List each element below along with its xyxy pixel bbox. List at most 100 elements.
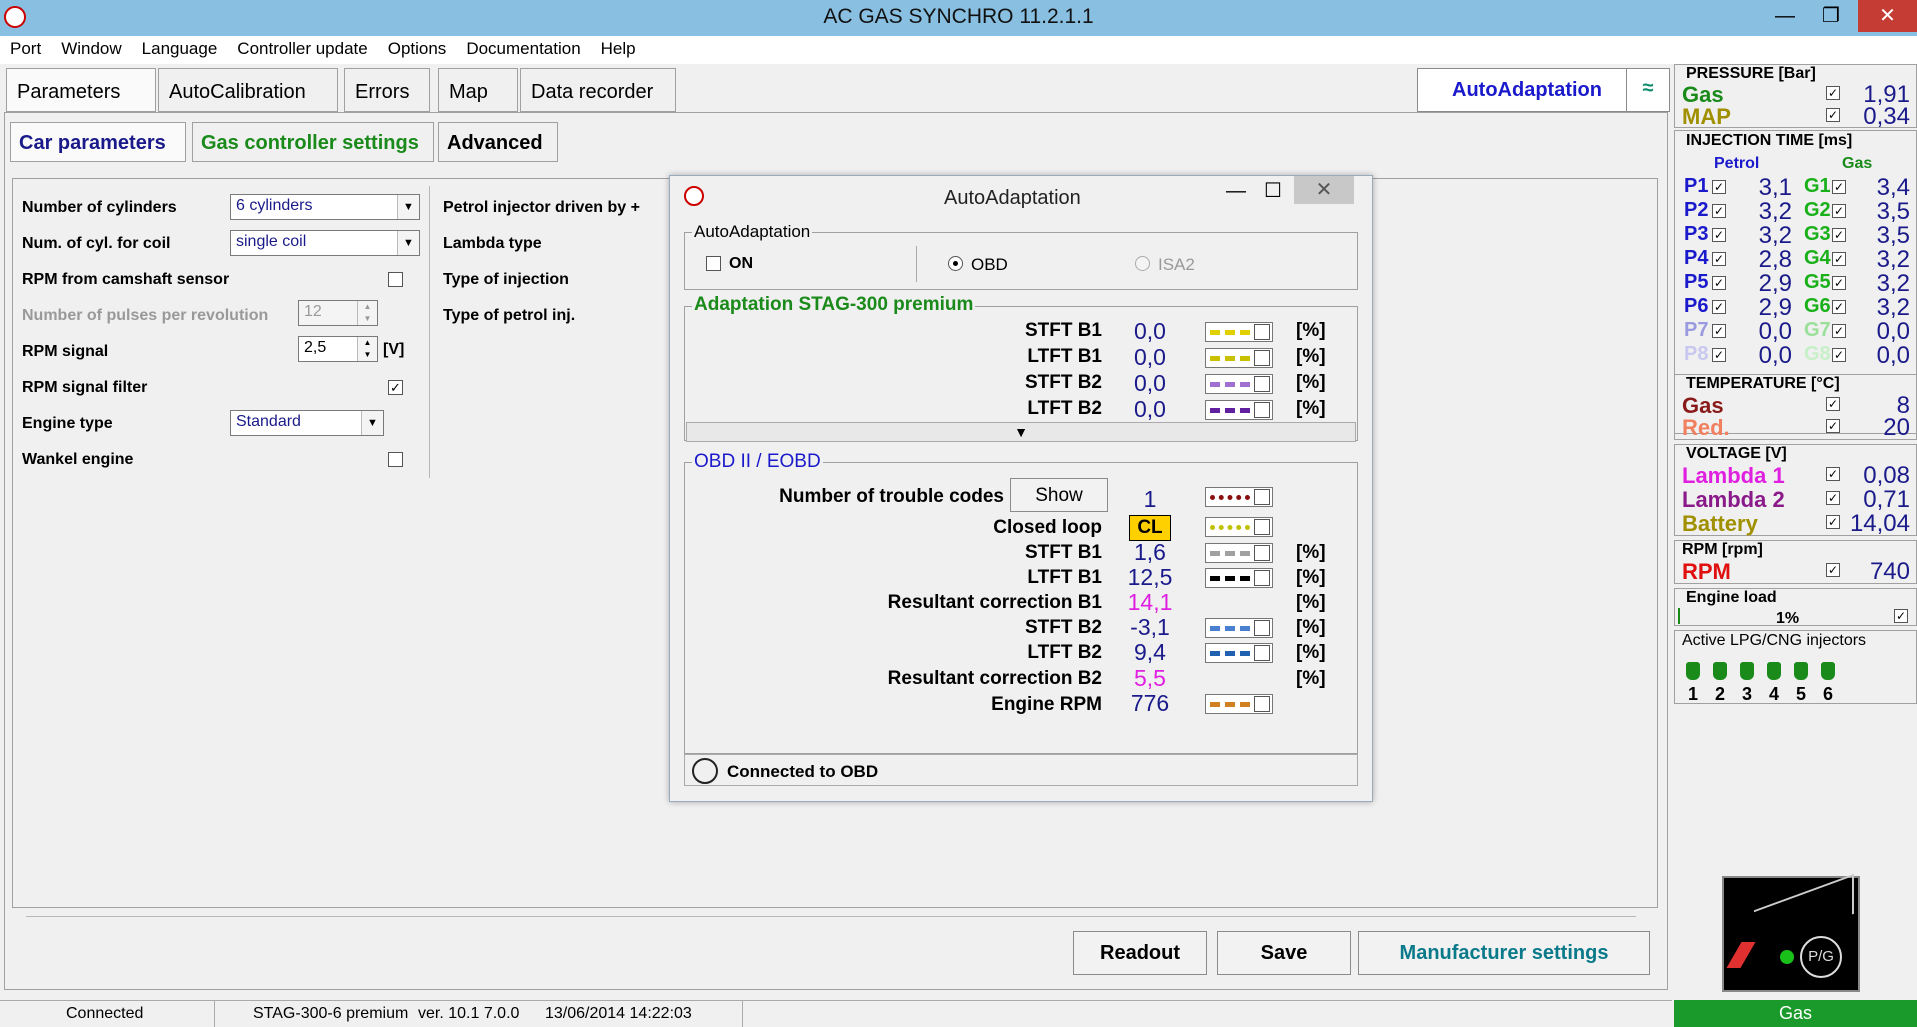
series-checkbox[interactable]	[1254, 519, 1270, 535]
series-toggle[interactable]	[1205, 694, 1273, 714]
menu-help[interactable]: Help	[591, 36, 646, 62]
obd-value: 1,6	[1134, 539, 1166, 565]
autoadaptation-button[interactable]: AutoAdaptation	[1417, 68, 1637, 112]
menu-language[interactable]: Language	[132, 36, 228, 62]
dialog-close-icon[interactable]: ✕	[1294, 176, 1354, 204]
adapt-unit: [%]	[1296, 320, 1326, 341]
series-checkbox[interactable]	[1254, 324, 1270, 340]
voltage-header: VOLTAGE [V]	[1686, 445, 1787, 462]
tab-advanced[interactable]: Advanced	[438, 122, 558, 162]
sensor-icon[interactable]: ≈	[1626, 68, 1670, 112]
menu-documentation[interactable]: Documentation	[456, 36, 590, 62]
tab-gas-controller-settings[interactable]: Gas controller settings	[192, 122, 434, 162]
chevron-down-icon[interactable]: ▼	[361, 411, 383, 435]
rpm-filter-label: RPM signal filter	[22, 379, 148, 396]
readout-button[interactable]: Readout	[1073, 931, 1207, 975]
tab-data-recorder[interactable]: Data recorder	[520, 68, 676, 112]
menu-port[interactable]: Port	[0, 36, 51, 62]
camshaft-checkbox[interactable]	[388, 272, 403, 287]
menu-controller-update[interactable]: Controller update	[227, 36, 377, 62]
tab-autocalibration[interactable]: AutoCalibration	[158, 68, 338, 112]
gas-injector-label: G6	[1804, 295, 1831, 317]
restore-icon[interactable]: ❐	[1808, 0, 1854, 32]
series-toggle[interactable]	[1205, 517, 1273, 537]
series-toggle[interactable]	[1205, 400, 1273, 420]
spinner-arrows-icon[interactable]: ▲ ▼	[357, 301, 377, 325]
series-toggle[interactable]	[1205, 643, 1273, 663]
petrol-injector-checkbox[interactable]: ✓	[1712, 228, 1726, 242]
wankel-checkbox[interactable]	[388, 452, 403, 467]
engine-type-label: Engine type	[22, 415, 113, 432]
manufacturer-settings-button[interactable]: Manufacturer settings	[1358, 931, 1650, 975]
chevron-down-icon[interactable]: ▼	[397, 195, 419, 219]
petrol-injector-checkbox[interactable]: ✓	[1712, 252, 1726, 266]
coil-select[interactable]: single coil ▼	[230, 230, 420, 256]
pg-button[interactable]: P/G	[1800, 936, 1842, 978]
on-checkbox[interactable]	[706, 256, 721, 271]
series-checkbox[interactable]	[1254, 350, 1270, 366]
petrol-injector-checkbox[interactable]: ✓	[1712, 324, 1726, 338]
temp-red-value: 20	[1883, 414, 1910, 441]
isa2-radio[interactable]	[1135, 256, 1150, 271]
series-checkbox[interactable]	[1254, 489, 1270, 505]
petrol-injector-label: P4	[1684, 247, 1709, 269]
expand-bar[interactable]: ▼	[686, 422, 1356, 442]
series-checkbox[interactable]	[1254, 645, 1270, 661]
series-toggle[interactable]	[1205, 543, 1273, 563]
petrol-injector-checkbox[interactable]: ✓	[1712, 180, 1726, 194]
menu-options[interactable]: Options	[378, 36, 457, 62]
rpm-signal-label: RPM signal	[22, 343, 109, 360]
series-checkbox[interactable]	[1254, 620, 1270, 636]
coil-label: Num. of cyl. for coil	[22, 235, 171, 252]
obd-radio[interactable]	[948, 256, 963, 271]
series-checkbox[interactable]	[1254, 402, 1270, 418]
series-checkbox[interactable]	[1254, 570, 1270, 586]
series-checkbox[interactable]	[1254, 545, 1270, 561]
series-toggle[interactable]	[1205, 348, 1273, 368]
minimize-icon[interactable]: —	[1762, 0, 1808, 32]
series-toggle[interactable]	[1205, 322, 1273, 342]
series-toggle[interactable]	[1205, 487, 1273, 507]
rpm-signal-spinner[interactable]: 2,5 ▲ ▼	[298, 336, 378, 362]
petrol-injector-label: P3	[1684, 223, 1709, 245]
obd-label: LTFT B2	[1027, 642, 1102, 663]
petrol-injector-checkbox[interactable]: ✓	[1712, 300, 1726, 314]
petrol-injector-checkbox[interactable]: ✓	[1712, 276, 1726, 290]
isa2-label: ISA2	[1158, 255, 1195, 274]
series-toggle[interactable]	[1205, 618, 1273, 638]
spinner-arrows-icon[interactable]: ▲ ▼	[357, 337, 377, 361]
series-checkbox[interactable]	[1254, 376, 1270, 392]
rpm-filter-checkbox[interactable]: ✓	[388, 380, 403, 395]
tab-map[interactable]: Map	[438, 68, 518, 112]
dialog-maximize-icon[interactable]: ☐	[1264, 178, 1282, 203]
dialog-minimize-icon[interactable]: —	[1226, 180, 1246, 203]
tab-errors[interactable]: Errors	[344, 68, 430, 112]
gas-injector-value: 0,0	[1876, 342, 1910, 369]
pulses-spinner[interactable]: 12 ▲ ▼	[298, 300, 378, 326]
engine-type-select[interactable]: Standard ▼	[230, 410, 384, 436]
show-trouble-codes-button[interactable]: Show	[1010, 478, 1108, 512]
injector-number: 1	[1688, 684, 1699, 704]
series-checkbox[interactable]	[1254, 696, 1270, 712]
engine-load-checkbox[interactable]: ✓	[1894, 609, 1908, 623]
status-divider	[742, 1001, 743, 1027]
adapt-label: STFT B1	[1024, 320, 1102, 341]
trouble-codes-value: 1	[1143, 486, 1157, 512]
fuel-switch-panel[interactable]: P/G	[1722, 873, 1860, 992]
tab-car-parameters[interactable]: Car parameters	[10, 122, 186, 162]
num-cylinders-select[interactable]: 6 cylinders ▼	[230, 194, 420, 220]
series-line-icon	[1210, 356, 1250, 361]
series-toggle[interactable]	[1205, 374, 1273, 394]
close-icon[interactable]: ✕	[1858, 0, 1917, 32]
series-line-icon	[1210, 330, 1250, 335]
adapt-unit: [%]	[1296, 346, 1326, 367]
num-cylinders-label: Number of cylinders	[22, 199, 177, 216]
series-toggle[interactable]	[1205, 568, 1273, 588]
petrol-header: Petrol	[1714, 155, 1760, 172]
save-button[interactable]: Save	[1217, 931, 1351, 975]
petrol-injector-checkbox[interactable]: ✓	[1712, 348, 1726, 362]
tab-parameters[interactable]: Parameters	[6, 68, 156, 112]
menu-window[interactable]: Window	[51, 36, 131, 62]
petrol-injector-checkbox[interactable]: ✓	[1712, 204, 1726, 218]
chevron-down-icon[interactable]: ▼	[397, 231, 419, 255]
